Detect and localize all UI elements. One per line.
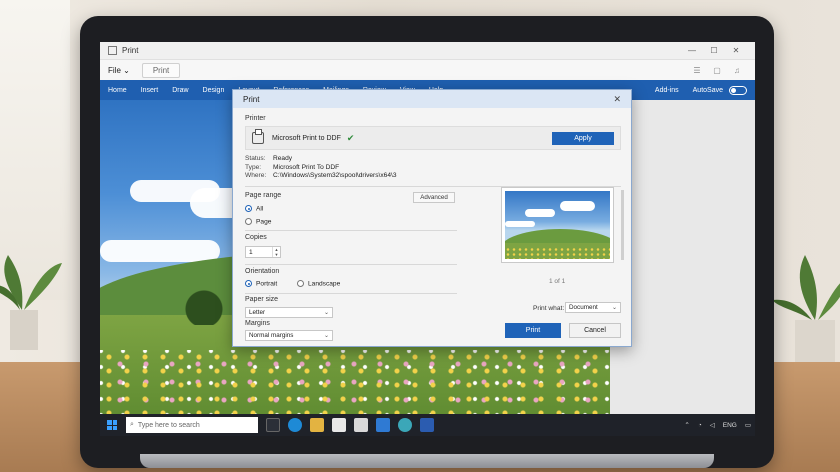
print-preview <box>501 187 614 263</box>
bell-icon[interactable]: ♫ <box>727 66 747 75</box>
divider <box>245 293 457 294</box>
apply-button[interactable]: Apply <box>552 131 614 145</box>
autosave-label: AutoSave <box>692 86 723 94</box>
landscape-option[interactable]: Landscape <box>297 280 340 287</box>
file-menu[interactable]: File ⌄ <box>108 66 130 75</box>
plant-right <box>772 255 840 370</box>
ribbon-display-icon[interactable]: ☰ <box>687 66 707 75</box>
quick-access-bar: File ⌄ Print ☰ ▢ ♫ <box>100 60 755 80</box>
radio-selected-icon <box>245 205 252 212</box>
tab-home[interactable]: Home <box>108 87 127 94</box>
print-dialog: Print ✕ Printer Microsoft Print to DDF ✔… <box>232 89 632 347</box>
copies-value: 1 <box>249 248 253 256</box>
cancel-button[interactable]: Cancel <box>569 323 621 338</box>
printer-section-label: Printer <box>245 115 266 122</box>
range-page-option[interactable]: Page <box>245 218 271 225</box>
radio-selected-icon <box>245 280 252 287</box>
document-icon[interactable] <box>332 418 346 432</box>
range-all-option[interactable]: All <box>245 205 263 212</box>
printer-icon <box>252 129 264 144</box>
copies-label: Copies <box>245 234 267 241</box>
dialog-title-bar: Print ✕ <box>233 90 631 108</box>
tab-design[interactable]: Design <box>203 87 225 94</box>
page-indicator: 1 of 1 <box>549 278 566 285</box>
preview-scrollbar[interactable] <box>621 190 624 260</box>
preview-image <box>505 191 610 259</box>
task-view-icon[interactable] <box>266 418 280 432</box>
notification-icon[interactable]: ▭ <box>745 421 751 429</box>
language-indicator[interactable]: ENG <box>723 422 737 429</box>
chevron-down-icon: ⌄ <box>323 333 329 339</box>
radio-icon <box>297 280 304 287</box>
addins-button[interactable]: Add-ins <box>655 87 679 94</box>
type-value: Microsoft Print To DDF <box>273 163 340 171</box>
stepper-arrows-icon[interactable]: ▲ ▼ <box>272 247 280 257</box>
autosave-toggle[interactable] <box>729 85 747 95</box>
taskbar-apps <box>266 418 442 432</box>
page-range-label: Page range <box>245 192 282 199</box>
portrait-option[interactable]: Portrait <box>245 280 277 287</box>
printer-selector[interactable]: Microsoft Print to DDF ✔ Apply <box>245 126 621 150</box>
edge-icon[interactable] <box>288 418 302 432</box>
flowers <box>100 350 610 414</box>
orientation-label: Orientation <box>245 268 280 275</box>
margins-select[interactable]: Normal margins ⌄ <box>245 330 333 341</box>
print-chip[interactable]: Print <box>141 62 181 78</box>
where-key: Where: <box>245 172 267 179</box>
laptop-base <box>140 454 714 468</box>
taskbar-search[interactable]: ⌕ Type here to search <box>126 417 258 433</box>
status-key: Status: <box>245 155 266 162</box>
taskbar: ⌕ Type here to search ⌃ ◔ ◁ ENG ▭ <box>100 414 755 436</box>
search-placeholder: Type here to search <box>137 421 200 429</box>
radio-icon <box>245 218 252 225</box>
divider <box>245 230 457 231</box>
start-button[interactable] <box>104 417 120 433</box>
word-icon[interactable] <box>420 418 434 432</box>
cloud <box>100 240 220 262</box>
type-key: Type: <box>245 163 262 171</box>
paper-size-select[interactable]: Letter ⌄ <box>245 307 333 318</box>
app-icon <box>108 46 117 55</box>
maximize-icon[interactable]: ☐ <box>703 46 725 55</box>
mail-icon[interactable] <box>376 418 390 432</box>
copies-stepper[interactable]: 1 ▲ ▼ <box>245 246 281 258</box>
tab-insert[interactable]: Insert <box>141 87 159 94</box>
paper-size-label: Paper size <box>245 296 279 303</box>
status-value: Ready <box>273 155 293 162</box>
tab-draw[interactable]: Draw <box>172 87 188 94</box>
search-icon: ⌕ <box>130 421 134 428</box>
where-value: C:\Windows\System32\spool\drivers\x64\3 <box>273 172 397 179</box>
printer-details: Status: Ready Type: Microsoft Print To DDF… <box>245 155 397 181</box>
dialog-close-icon[interactable]: ✕ <box>613 94 621 105</box>
chevron-up-icon[interactable]: ⌃ <box>684 421 689 429</box>
margins-label: Margins <box>245 320 270 327</box>
print-what-label: Print what: <box>533 305 565 312</box>
system-tray: ⌃ ◔ ◁ ENG ▭ <box>676 421 751 430</box>
print-what-select[interactable]: Document ⌄ <box>565 302 621 313</box>
minimize-icon[interactable]: — <box>681 46 703 55</box>
speaker-icon[interactable]: ◁ <box>710 421 715 429</box>
chevron-down-icon: ⌄ <box>611 305 617 311</box>
app-icon[interactable] <box>398 418 412 432</box>
plant-left <box>0 255 62 350</box>
divider <box>245 264 457 265</box>
window-title: Print <box>122 46 139 55</box>
title-bar: Print — ☐ ✕ <box>100 42 755 60</box>
check-icon: ✔ <box>346 132 355 143</box>
printer-name: Microsoft Print to DDF <box>272 134 341 142</box>
file-explorer-icon[interactable] <box>310 418 324 432</box>
store-icon[interactable] <box>354 418 368 432</box>
layout-icon[interactable]: ▢ <box>707 66 727 75</box>
print-button[interactable]: Print <box>505 323 561 338</box>
chevron-down-icon: ⌄ <box>323 310 329 316</box>
dialog-title: Print <box>243 94 260 104</box>
advanced-button[interactable]: Advanced <box>413 192 455 203</box>
close-icon[interactable]: ✕ <box>725 46 747 55</box>
wifi-icon[interactable]: ◔ <box>698 422 702 429</box>
